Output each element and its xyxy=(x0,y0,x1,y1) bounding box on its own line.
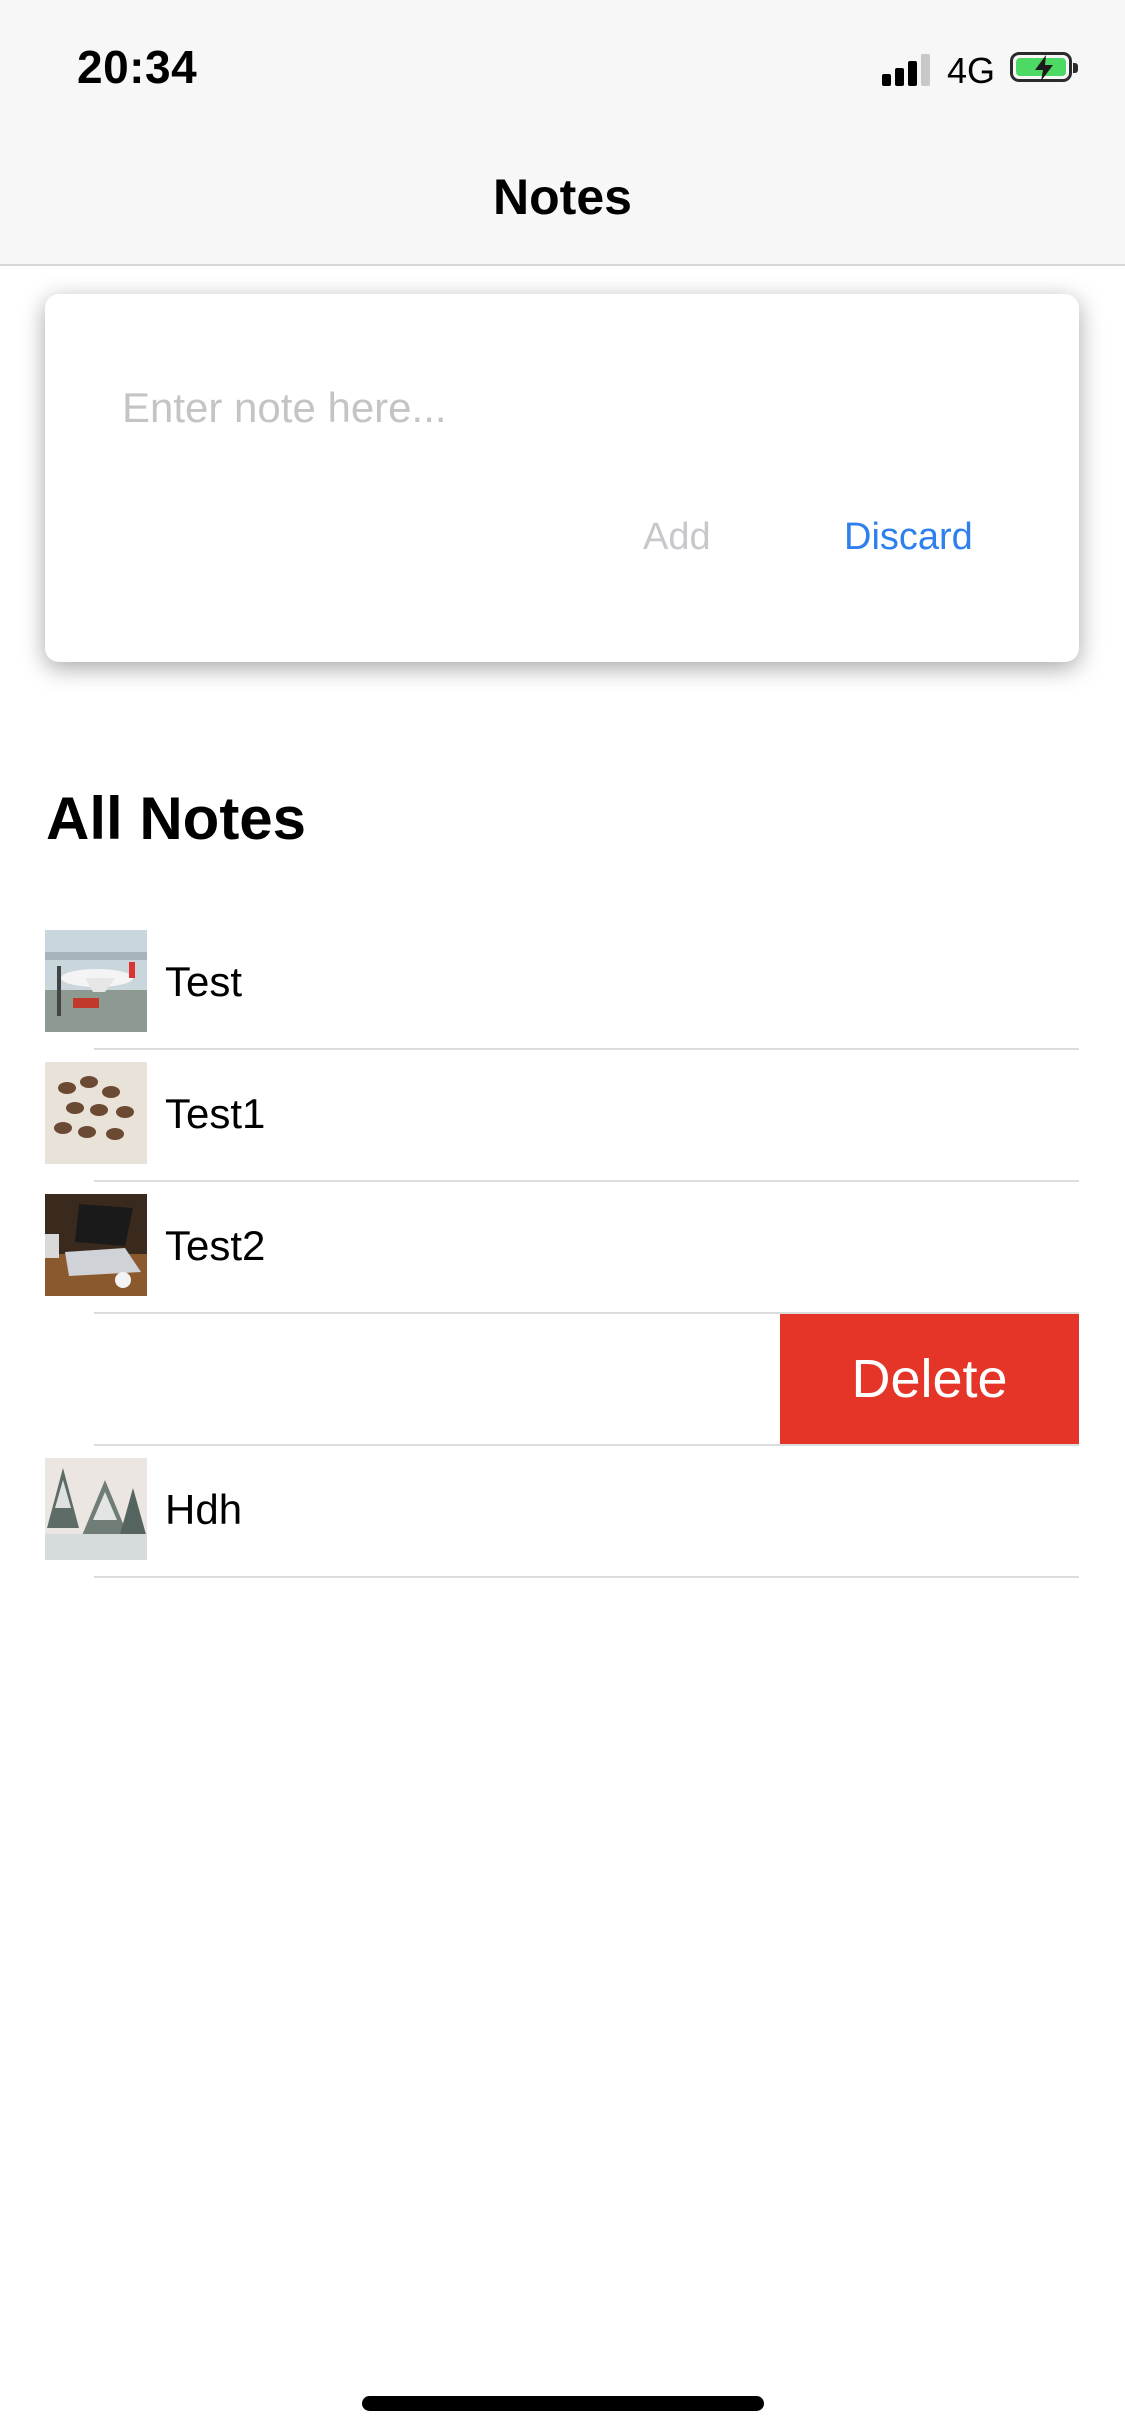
coffee-beans-thumbnail xyxy=(45,1062,147,1164)
add-button[interactable]: Add xyxy=(643,516,711,559)
list-item[interactable]: Hdh xyxy=(0,1446,1125,1578)
network-type: 4G xyxy=(947,50,996,91)
list-item[interactable]: Test2 xyxy=(0,1182,1125,1314)
note-input[interactable] xyxy=(120,372,984,444)
notes-list: Test Test1 Test2 Delete Hdh xyxy=(0,918,1125,1578)
page-title: Notes xyxy=(493,169,632,225)
home-indicator xyxy=(362,2396,764,2411)
row-divider xyxy=(94,1576,1079,1578)
list-item[interactable]: Test1 xyxy=(0,1050,1125,1182)
section-title: All Notes xyxy=(46,785,307,852)
navigation-bar: 20:34 4G Notes xyxy=(0,0,1125,266)
note-title: Test2 xyxy=(165,1222,266,1269)
airplane-thumbnail xyxy=(45,930,147,1032)
discard-button[interactable]: Discard xyxy=(844,516,973,559)
snowy-trees-thumbnail xyxy=(45,1458,147,1560)
delete-button[interactable]: Delete xyxy=(780,1314,1079,1444)
battery-charging-icon xyxy=(1010,52,1078,82)
laptop-thumbnail xyxy=(45,1194,147,1296)
note-title: Test1 xyxy=(165,1090,266,1137)
note-title: Hdh xyxy=(165,1486,243,1533)
note-title: Test xyxy=(165,958,243,1005)
status-time: 20:34 xyxy=(77,41,198,93)
list-item-swiped[interactable]: Delete xyxy=(0,1314,1125,1446)
cellular-signal-icon xyxy=(882,54,932,86)
list-item[interactable]: Test xyxy=(0,918,1125,1050)
compose-note-card: Add Discard xyxy=(45,294,1079,662)
